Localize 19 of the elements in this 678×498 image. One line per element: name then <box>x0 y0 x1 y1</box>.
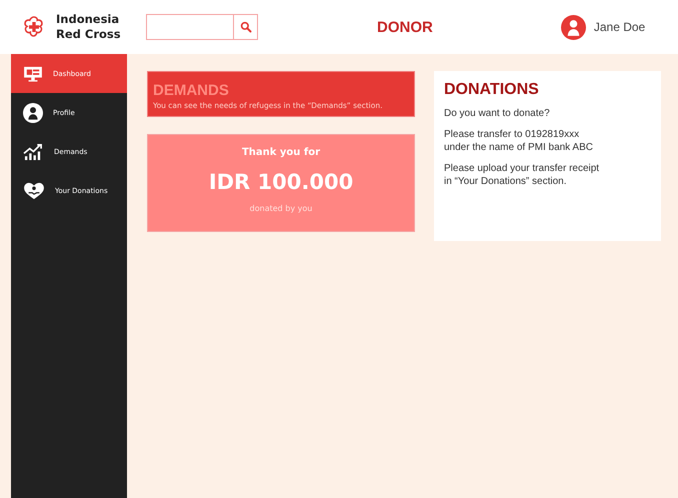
page-title: DONOR <box>377 18 433 36</box>
search-field[interactable] <box>146 14 258 40</box>
search-icon <box>240 21 252 33</box>
donation-amount: IDR 100.000 <box>208 170 354 194</box>
card-title: DONATIONS <box>444 81 540 99</box>
donation-note: donated by you <box>250 204 312 213</box>
brand-name: Indonesia <box>56 12 120 27</box>
card-title: DEMANDS <box>153 82 230 99</box>
brand-name: Red Cross <box>56 27 121 42</box>
chart-icon <box>23 142 44 161</box>
thanks-text: Thank you for <box>242 147 320 158</box>
monitor-icon <box>23 66 43 82</box>
user-avatar-icon <box>560 14 586 40</box>
info-paragraph: Do you want to donate? <box>444 107 551 120</box>
info-paragraph: Please transfer to 0192819xxx under the name of PMI bank ABC <box>444 128 594 154</box>
person-icon <box>23 102 43 122</box>
heart-hand-icon <box>23 182 45 200</box>
info-paragraph: Please upload your transfer receipt in “Your Donations” section. <box>444 162 600 188</box>
user-name[interactable]: Jane Doe <box>594 20 646 34</box>
